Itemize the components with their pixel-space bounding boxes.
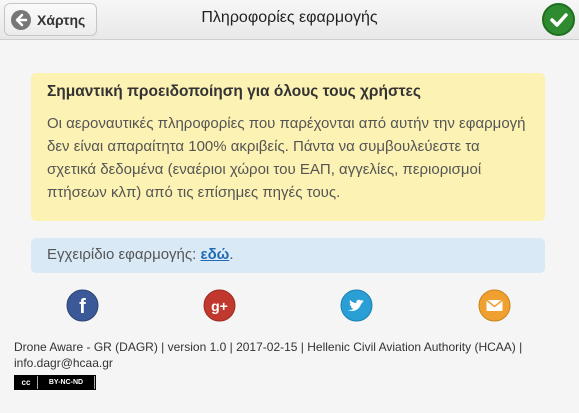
manual-prefix: Εγχειρίδιο εφαρμογής:	[47, 246, 197, 263]
google-plus-icon: g+	[203, 289, 236, 322]
svg-text:g+: g+	[211, 298, 228, 314]
twitter-share-button[interactable]	[340, 289, 373, 322]
confirm-button[interactable]	[542, 3, 575, 36]
manual-notice: Εγχειρίδιο εφαρμογής: εδώ.	[31, 238, 545, 273]
warning-notice: Σημαντική προειδοποίηση για όλους τους χ…	[31, 73, 545, 221]
google-plus-share-button[interactable]: g+	[203, 289, 236, 322]
email-share-button[interactable]	[478, 289, 511, 322]
twitter-icon	[340, 289, 373, 322]
email-icon	[478, 289, 511, 322]
svg-text:f: f	[79, 296, 86, 318]
header-bar: Χάρτης Πληροφορίες εφαρμογής	[0, 0, 579, 40]
manual-suffix: .	[229, 246, 234, 263]
license-label: BY-NC-ND	[38, 376, 94, 389]
manual-link[interactable]: εδώ	[200, 246, 229, 263]
cc-logo-icon: cc	[15, 376, 37, 389]
license-badge[interactable]: cc BY-NC-ND	[14, 375, 96, 390]
page-title: Πληροφορίες εφαρμογής	[201, 9, 378, 26]
facebook-icon: f	[66, 289, 99, 322]
warning-heading: Σημαντική προειδοποίηση για όλους τους χ…	[47, 83, 421, 100]
warning-body: Οι αεροναυτικές πληροφορίες που παρέχοντ…	[47, 115, 526, 201]
footer-credits: Drone Aware - GR (DAGR) | version 1.0 | …	[14, 340, 523, 370]
checkmark-icon	[549, 12, 568, 27]
facebook-share-button[interactable]: f	[66, 289, 99, 322]
